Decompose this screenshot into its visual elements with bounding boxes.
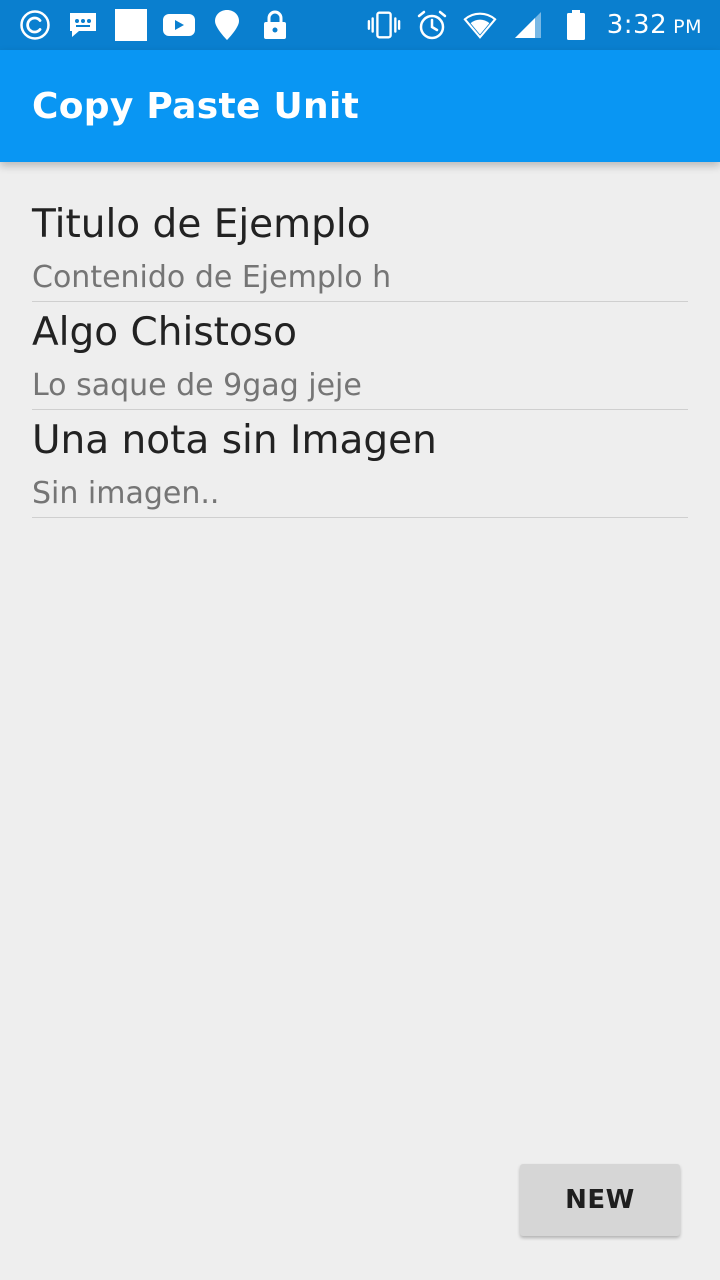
copyright-circle-icon [18, 8, 52, 42]
note-list-item[interactable]: Una nota sin Imagen Sin imagen.. [32, 410, 688, 518]
status-clock: 3:32 PM [607, 10, 702, 40]
status-left-icons [18, 8, 292, 42]
note-title: Algo Chistoso [32, 310, 297, 355]
note-subtitle: Lo saque de 9gag jeje [32, 368, 362, 403]
blank-square-icon [114, 8, 148, 42]
note-title: Una nota sin Imagen [32, 418, 437, 463]
note-list-item[interactable]: Algo Chistoso Lo saque de 9gag jeje [32, 302, 688, 410]
note-title: Titulo de Ejemplo [32, 202, 371, 247]
battery-icon [559, 8, 593, 42]
chat-bubble-icon [66, 8, 100, 42]
app-title: Copy Paste Unit [32, 85, 360, 127]
note-list-item[interactable]: Titulo de Ejemplo Contenido de Ejemplo h [32, 194, 688, 302]
note-subtitle: Contenido de Ejemplo h [32, 260, 392, 295]
cellular-signal-icon [511, 8, 545, 42]
youtube-icon [162, 8, 196, 42]
wifi-icon [463, 8, 497, 42]
app-bar: Copy Paste Unit [0, 50, 720, 162]
note-list: Titulo de Ejemplo Contenido de Ejemplo h… [32, 194, 688, 518]
vibrate-icon [367, 8, 401, 42]
status-bar: 3:32 PM [0, 0, 720, 50]
new-note-button[interactable]: NEW [520, 1164, 680, 1236]
location-pin-icon [210, 8, 244, 42]
status-time: 3:32 [606, 10, 668, 40]
note-subtitle: Sin imagen.. [32, 476, 220, 511]
lock-icon [258, 8, 292, 42]
alarm-clock-icon [415, 8, 449, 42]
status-right-icons: 3:32 PM [367, 8, 702, 42]
status-ampm: PM [673, 16, 702, 38]
